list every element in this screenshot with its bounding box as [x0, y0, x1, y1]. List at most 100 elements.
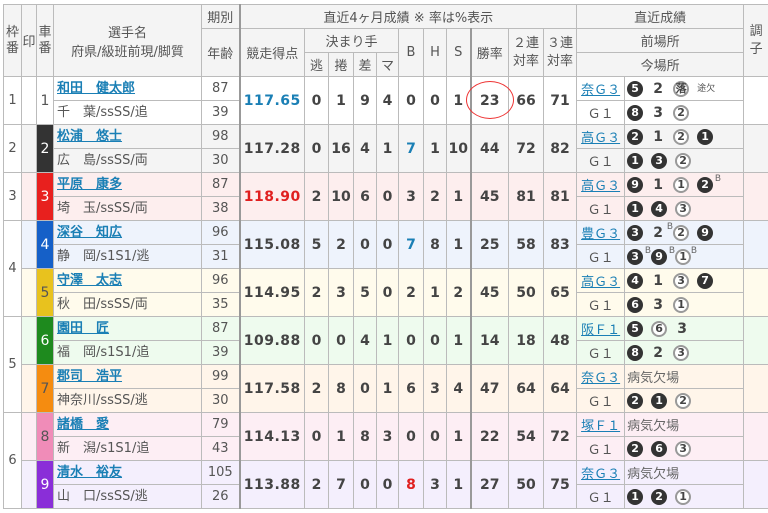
result-mark-plain: 1: [651, 129, 665, 145]
player-name-cell: 和田 健太郎: [53, 76, 202, 101]
player-name-cell: 園田 匠: [53, 316, 202, 341]
prev-place-cell: 高Ｇ３: [576, 124, 626, 149]
result-mark-plain: 1: [651, 273, 665, 289]
count-b: 7: [398, 124, 424, 173]
count-b: 6: [398, 364, 424, 413]
kimarite-sashi: 4: [353, 316, 377, 365]
count-h: 3: [423, 364, 447, 413]
mark-cell[interactable]: [21, 268, 37, 317]
player-info: 広 島/ssSS/両: [53, 148, 202, 173]
kimarite-sashi: 6: [353, 172, 377, 221]
prev-place-link[interactable]: 奈Ｇ３: [581, 83, 620, 98]
car-number: 8: [36, 412, 54, 461]
term: 87: [201, 172, 240, 197]
header-kimarite: 決まり手: [304, 28, 399, 53]
mark-cell[interactable]: [21, 460, 37, 509]
mark-cell[interactable]: [21, 124, 37, 173]
result-value: 4: [631, 273, 639, 287]
prev-status: 病気欠場: [627, 371, 680, 386]
age: 35: [201, 292, 240, 317]
age: 39: [201, 100, 240, 125]
ren2-rate: 50: [508, 268, 544, 317]
mark-cell[interactable]: [21, 220, 37, 269]
term: 96: [201, 268, 240, 293]
table-row: 6 8 諸橋 愛 79 114.13 0 1 8 3 0 0 1 22 54 72 塚Ｆ１ 病気欠場: [3, 412, 768, 509]
player-name-link[interactable]: 園田 匠: [57, 321, 109, 336]
prev-place-link[interactable]: 阪Ｆ１: [581, 323, 620, 338]
ren2-rate: 72: [508, 124, 544, 173]
player-name-link[interactable]: 諸橋 愛: [57, 417, 109, 432]
result-value: 2: [653, 80, 663, 97]
mark-cell[interactable]: [21, 364, 37, 413]
kimarite-nige: 2: [304, 268, 329, 317]
prev-place-link[interactable]: 奈Ｇ３: [581, 371, 620, 386]
kimarite-nige: 2: [304, 460, 329, 509]
ren2-rate: 66: [508, 76, 544, 125]
result-value: 3: [631, 225, 639, 239]
result-value: 2: [653, 344, 663, 361]
car-number: 3: [36, 172, 54, 221]
player-name-link[interactable]: 清水 裕友: [57, 465, 122, 480]
player-name-cell: 諸橋 愛: [53, 412, 202, 437]
count-b: 8: [398, 460, 424, 509]
mark-cell[interactable]: [21, 172, 37, 221]
kimarite-nige: 0: [304, 412, 329, 461]
header-age: 年齢: [201, 28, 240, 77]
result-value: 1: [655, 393, 663, 407]
count-b: 0: [398, 412, 424, 461]
curr-results: 823: [624, 340, 745, 365]
prev-place-link[interactable]: 高Ｇ３: [581, 179, 620, 194]
result-mark-plain: 2B: [651, 222, 673, 241]
mark-cell[interactable]: [21, 316, 37, 365]
result-mark-white: 2: [673, 104, 690, 121]
race-score: 113.88: [238, 460, 305, 509]
result-value: 6: [655, 441, 663, 455]
kimarite-sashi: 5: [353, 268, 377, 317]
kimarite-sashi: 9: [353, 76, 377, 125]
result-mark-plain: 3: [651, 105, 665, 121]
kimarite-sashi: 0: [353, 220, 377, 269]
result-value: 3: [653, 104, 663, 121]
prev-place-link[interactable]: 豊Ｇ３: [581, 227, 620, 242]
player-name-link[interactable]: 郡司 浩平: [57, 369, 122, 384]
result-mark-black: 4: [627, 272, 644, 289]
mark-cell[interactable]: [21, 412, 37, 461]
prev-place-link[interactable]: 高Ｇ３: [581, 275, 620, 290]
result-mark-plain: 3: [675, 321, 689, 337]
result-mark-black: 5: [627, 80, 644, 97]
age: 26: [201, 484, 240, 509]
player-name-link[interactable]: 平原 康多: [57, 177, 122, 192]
player-name-link[interactable]: 和田 健太郎: [57, 81, 135, 96]
condition-cell: [743, 316, 768, 365]
result-value: 1: [653, 128, 663, 145]
result-value: 4: [655, 201, 663, 215]
prev-place-link[interactable]: 高Ｇ３: [581, 131, 620, 146]
prev-place-link[interactable]: 塚Ｆ１: [581, 419, 620, 434]
header-makuri: 捲: [328, 52, 354, 77]
result-mark-black: 3: [627, 224, 644, 241]
term: 98: [201, 124, 240, 149]
result-value: 5: [631, 321, 639, 335]
player-name-link[interactable]: 松浦 悠士: [57, 129, 122, 144]
player-name-link[interactable]: 深谷 知広: [57, 225, 122, 240]
player-name-link[interactable]: 守澤 太志: [57, 273, 122, 288]
player-name-cell: 郡司 浩平: [53, 364, 202, 389]
header-sashi: 差: [353, 52, 377, 77]
kimarite-nige: 5: [304, 220, 329, 269]
count-s: 1: [446, 316, 471, 365]
prev-place-link[interactable]: 奈Ｇ３: [581, 467, 620, 482]
result-mark-white: 3: [675, 200, 692, 217]
prev-results: 413 7: [624, 268, 745, 293]
result-mark-white: 1: [675, 488, 692, 505]
result-mark-black: 1: [627, 488, 644, 505]
race-score: 117.58: [238, 364, 305, 413]
mark-cell[interactable]: [21, 76, 37, 125]
result-value: 2: [631, 441, 639, 455]
kimarite-makuri: 7: [328, 460, 354, 509]
curr-results: 631: [624, 292, 745, 317]
kimarite-mark: 4: [376, 76, 399, 125]
waku-number: 2: [3, 124, 22, 173]
win-rate: 27: [469, 460, 509, 509]
result-value: 2: [631, 393, 639, 407]
table-row: 2 2 松浦 悠士 98 117.28 0 16 4 1 7 1 10 44 72 82 高Ｇ３ 2 1 2 1: [3, 124, 768, 173]
